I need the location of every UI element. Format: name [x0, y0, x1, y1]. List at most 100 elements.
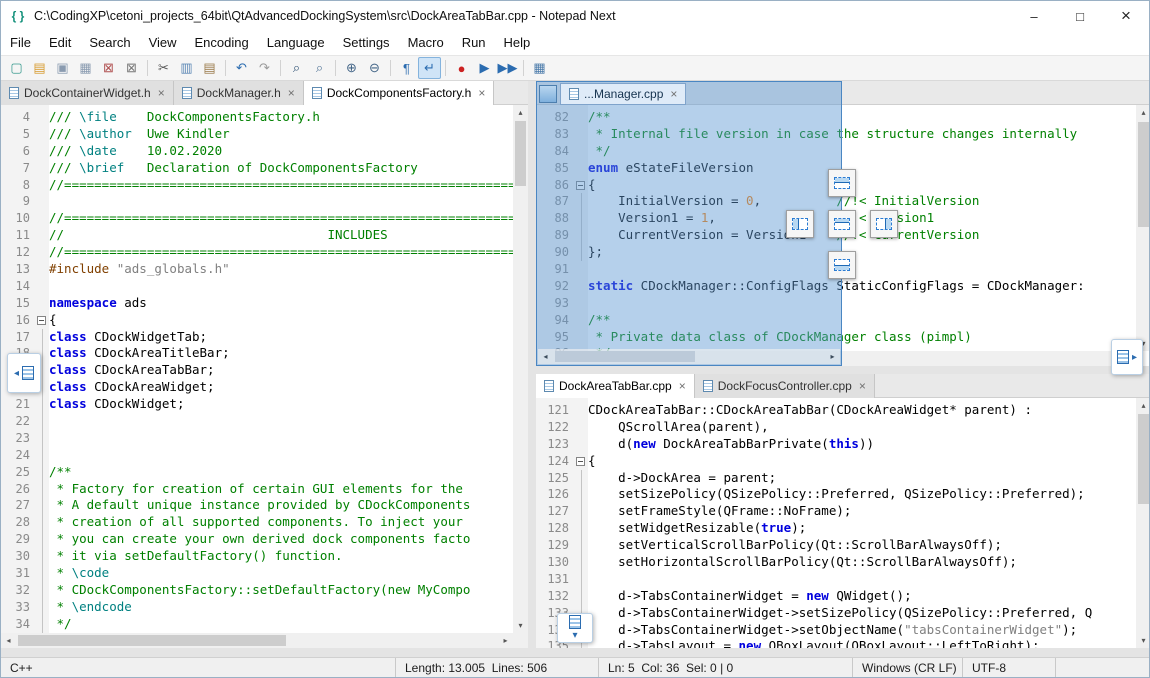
- scroll-right-icon[interactable]: ▸: [498, 633, 513, 648]
- scroll-right-icon[interactable]: ▸: [825, 349, 840, 364]
- toolbar-zoom-out-icon[interactable]: ⊖: [363, 57, 386, 79]
- toolbar-word-wrap-icon[interactable]: ↵: [418, 57, 441, 79]
- menu-run[interactable]: Run: [453, 31, 495, 55]
- menu-search[interactable]: Search: [80, 31, 139, 55]
- code-text: class CDockAreaTabBar;: [49, 362, 215, 379]
- menu-view[interactable]: View: [140, 31, 186, 55]
- toolbar-separator: [390, 60, 391, 76]
- autohide-tab-bottom[interactable]: ▾: [557, 613, 593, 643]
- drop-indicator-right[interactable]: [870, 210, 898, 238]
- code-text: setVerticalScrollBarPolicy(Qt::ScrollBar…: [588, 537, 1002, 554]
- toolbar-save-icon[interactable]: ▣: [51, 57, 74, 79]
- toolbar-copy-icon[interactable]: ▥: [175, 57, 198, 79]
- tab-close-icon[interactable]: ×: [679, 380, 686, 392]
- line-number: 28: [1, 514, 35, 531]
- toolbar-find-icon[interactable]: ⌕: [285, 57, 308, 79]
- scroll-up-icon[interactable]: ▴: [513, 105, 528, 120]
- toolbar-close-all-icon[interactable]: ⊠: [120, 57, 143, 79]
- menu-macro[interactable]: Macro: [399, 31, 453, 55]
- code-text: QScrollArea(parent),: [588, 419, 769, 436]
- line-number: 30: [1, 548, 35, 565]
- menu-encoding[interactable]: Encoding: [186, 31, 258, 55]
- line-number: 124: [536, 453, 574, 470]
- toolbar-dock-panels-icon[interactable]: ▦: [528, 57, 551, 79]
- scroll-left-icon[interactable]: ◂: [1, 633, 16, 648]
- menu-settings[interactable]: Settings: [334, 31, 399, 55]
- line-number: 15: [1, 295, 35, 312]
- drop-indicator-left[interactable]: [786, 210, 814, 238]
- toolbar-replace-icon[interactable]: ⌕: [308, 57, 331, 79]
- toolbar-zoom-in-icon[interactable]: ⊕: [340, 57, 363, 79]
- toolbar-show-all-characters-icon[interactable]: ¶: [395, 57, 418, 79]
- tab-DockManager.h[interactable]: DockManager.h×: [174, 81, 304, 105]
- dock-widget-icon: [569, 615, 581, 629]
- drop-indicator-center[interactable]: [828, 210, 856, 238]
- scroll-left-icon[interactable]: ◂: [538, 349, 553, 364]
- scrollbar-thumb[interactable]: [515, 121, 526, 186]
- autohide-tab-right[interactable]: ▸: [1111, 339, 1143, 375]
- scrollbar-thumb[interactable]: [18, 635, 286, 646]
- close-button[interactable]: ×: [1103, 1, 1149, 31]
- toolbar-paste-icon[interactable]: ▤: [198, 57, 221, 79]
- maximize-button[interactable]: □: [1057, 1, 1103, 31]
- dock-bottom-icon: [834, 259, 850, 271]
- toolbar-save-all-icon[interactable]: ▦: [74, 57, 97, 79]
- toolbar-record-macro-icon[interactable]: ●: [450, 57, 473, 79]
- toolbar-redo-icon[interactable]: ↷: [253, 57, 276, 79]
- scrollbar-thumb[interactable]: [555, 351, 695, 362]
- fold-guide: [42, 447, 43, 464]
- tab-DockFocusController.cpp[interactable]: DockFocusController.cpp×: [695, 374, 875, 398]
- toolbar-open-file-icon[interactable]: ▤: [28, 57, 51, 79]
- code-line: 34 */: [1, 616, 513, 633]
- bottom-right-vertical-scrollbar[interactable]: ▴ ▾: [1136, 398, 1150, 648]
- menu-file[interactable]: File: [1, 31, 40, 55]
- scroll-up-icon[interactable]: ▴: [1136, 105, 1150, 120]
- tab-DockContainerWidget.h[interactable]: DockContainerWidget.h×: [1, 81, 174, 105]
- toolbar-undo-icon[interactable]: ↶: [230, 57, 253, 79]
- drag-tab[interactable]: ...Manager.cpp ×: [560, 83, 686, 105]
- tab-DockComponentsFactory.h[interactable]: DockComponentsFactory.h×: [304, 81, 495, 105]
- tab-DockAreaTabBar.cpp[interactable]: DockAreaTabBar.cpp×: [536, 374, 695, 398]
- drop-indicator-bottom[interactable]: [828, 251, 856, 279]
- fold-margin: [35, 548, 49, 565]
- bottom-right-editor[interactable]: 121CDockAreaTabBar::CDockAreaTabBar(CDoc…: [536, 398, 1136, 648]
- drop-indicator-top[interactable]: [828, 169, 856, 197]
- drag-overlay-tabbar: ...Manager.cpp ×: [537, 82, 841, 106]
- toolbar-separator: [225, 60, 226, 76]
- fold-collapse-icon[interactable]: [576, 457, 585, 466]
- line-number: 123: [536, 436, 574, 453]
- autohide-tab-left[interactable]: ◂: [7, 353, 41, 393]
- scroll-down-icon[interactable]: ▾: [1136, 633, 1150, 648]
- left-vertical-scrollbar[interactable]: ▴ ▾: [513, 105, 528, 633]
- tab-close-icon[interactable]: ×: [288, 87, 295, 99]
- menu-help[interactable]: Help: [495, 31, 540, 55]
- toolbar-play-macro-icon[interactable]: ▶: [473, 57, 496, 79]
- minimize-button[interactable]: –: [1011, 1, 1057, 31]
- tab-close-icon[interactable]: ×: [158, 87, 165, 99]
- menu-language[interactable]: Language: [258, 31, 334, 55]
- top-right-vertical-scrollbar[interactable]: ▴ ▾: [1136, 105, 1150, 351]
- fold-margin: [35, 261, 49, 278]
- fold-margin: [574, 453, 588, 470]
- scrollbar-thumb[interactable]: [1138, 414, 1149, 504]
- tab-close-icon[interactable]: ×: [670, 88, 677, 100]
- toolbar-close-icon[interactable]: ⊠: [97, 57, 120, 79]
- fold-guide: [42, 481, 43, 498]
- menu-edit[interactable]: Edit: [40, 31, 80, 55]
- fold-collapse-icon[interactable]: [37, 316, 46, 325]
- toolbar-new-file-icon[interactable]: ▢: [5, 57, 28, 79]
- fold-margin: [35, 464, 49, 481]
- code-text: setFrameStyle(QFrame::NoFrame);: [588, 503, 851, 520]
- toolbar-run-macro-multiple-icon[interactable]: ▶▶: [496, 57, 519, 79]
- tab-close-icon[interactable]: ×: [478, 87, 485, 99]
- fold-guide: [42, 430, 43, 447]
- fold-guide: [581, 554, 582, 571]
- left-horizontal-scrollbar[interactable]: ◂ ▸: [1, 633, 513, 648]
- toolbar-cut-icon[interactable]: ✂: [152, 57, 175, 79]
- scroll-down-icon[interactable]: ▾: [513, 618, 528, 633]
- drag-overlay-horizontal-scrollbar[interactable]: ◂ ▸: [538, 349, 840, 364]
- scroll-up-icon[interactable]: ▴: [1136, 398, 1150, 413]
- tab-close-icon[interactable]: ×: [859, 380, 866, 392]
- scrollbar-thumb[interactable]: [1138, 122, 1149, 227]
- left-editor[interactable]: 4/// \file DockComponentsFactory.h5/// \…: [1, 105, 513, 633]
